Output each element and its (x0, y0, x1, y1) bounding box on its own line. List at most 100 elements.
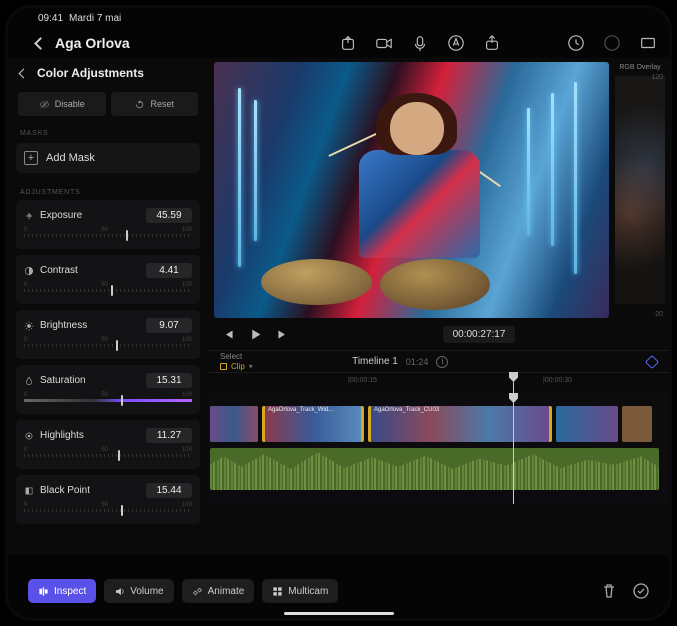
history-icon[interactable] (567, 34, 585, 52)
add-mask-button[interactable]: + Add Mask (16, 143, 200, 173)
adjustment-label: Exposure (40, 210, 140, 221)
clip-box-icon (220, 363, 227, 370)
content-area: RGB Overlay 120 -20 00:00:27:17 Select C (208, 58, 669, 555)
status-bar: 09:41 Mardi 7 mai (8, 8, 669, 28)
home-indicator[interactable] (284, 612, 394, 615)
panel-title: Color Adjustments (37, 66, 144, 80)
project-title: Aga Orlova (55, 35, 130, 51)
adjustment-brightness: Brightness 9.07 050100 (16, 310, 200, 359)
display-icon[interactable] (639, 34, 657, 52)
plus-icon: + (24, 151, 38, 165)
help-icon (603, 34, 621, 52)
video-track: AgaOrlova_Track_Wid... AgaOrlova_Track_C… (208, 406, 669, 442)
brightness-icon (24, 321, 34, 331)
adjustment-highlights: Highlights 11.27 050100 (16, 420, 200, 469)
panel-back-icon[interactable] (19, 68, 29, 78)
toolbar (339, 34, 657, 52)
status-time: 09:41 (38, 13, 63, 24)
volume-button[interactable]: Volume (104, 579, 173, 603)
adjustment-value[interactable]: 4.41 (146, 263, 192, 278)
scope-min: -20 (653, 311, 663, 318)
volume-icon (114, 586, 125, 597)
timeline-header: Select Clip ▾ Timeline 1 01:24 i (208, 350, 669, 372)
adjustment-value[interactable]: 9.07 (146, 318, 192, 333)
timecode-display[interactable]: 00:00:27:17 (443, 326, 516, 343)
adjustment-exposure: Exposure 45.59 050100 (16, 200, 200, 249)
confirm-icon[interactable] (633, 583, 649, 599)
video-clip[interactable] (210, 406, 258, 442)
adjustment-slider[interactable]: 050100 (24, 229, 192, 243)
video-preview[interactable] (214, 62, 609, 318)
animate-icon (192, 586, 203, 597)
video-clip[interactable] (556, 406, 618, 442)
share-up-icon[interactable] (483, 34, 501, 52)
inspector-sidebar: Color Adjustments Disable Reset MASKS + … (8, 58, 208, 555)
share-down-icon[interactable] (339, 34, 357, 52)
blackpoint-icon (24, 486, 34, 496)
adjustment-label: Saturation (40, 375, 140, 386)
eye-off-icon (39, 99, 50, 110)
rgb-waveform (615, 76, 665, 304)
adjustment-value[interactable]: 45.59 (146, 208, 192, 223)
adjustment-slider[interactable]: 050100 (24, 394, 192, 408)
prev-frame-button[interactable] (222, 328, 235, 341)
disable-button[interactable]: Disable (18, 92, 106, 116)
video-clip[interactable] (622, 406, 652, 442)
adjustment-saturation: Saturation 15.31 050100 (16, 365, 200, 414)
back-chevron-icon[interactable] (34, 37, 47, 50)
adjustment-label: Black Point (40, 485, 140, 496)
playhead[interactable] (513, 394, 514, 504)
saturation-icon (24, 376, 34, 386)
video-clip-selected[interactable]: AgaOrlova_Track_Wid... (262, 406, 364, 442)
multicam-button[interactable]: Multicam (262, 579, 338, 603)
masks-section-label: MASKS (14, 124, 202, 141)
ruler-mark: |00:00:30 (543, 377, 572, 384)
adjustment-slider[interactable]: 050100 (24, 284, 192, 298)
audio-track[interactable] (210, 448, 659, 490)
text-tool-icon[interactable] (447, 34, 465, 52)
video-clip-selected[interactable]: AgaOrlova_Track_CU03 (368, 406, 552, 442)
inspect-icon (38, 586, 49, 597)
adjustment-value[interactable]: 11.27 (146, 428, 192, 443)
next-frame-button[interactable] (276, 328, 289, 341)
ruler-mark: |00:00:15 (348, 377, 377, 384)
adjustment-value[interactable]: 15.31 (146, 373, 192, 388)
multicam-icon (272, 586, 283, 597)
timeline-duration: 01:24 (406, 357, 429, 367)
reset-icon (134, 99, 145, 110)
select-label: Select (220, 352, 253, 361)
exposure-icon (24, 211, 34, 221)
adjustment-blackpoint: Black Point 15.44 050100 (16, 475, 200, 524)
contrast-icon (24, 266, 34, 276)
highlights-icon (24, 431, 34, 441)
animate-button[interactable]: Animate (182, 579, 255, 603)
trash-icon[interactable] (601, 583, 617, 599)
adjustment-slider[interactable]: 050100 (24, 449, 192, 463)
inspect-button[interactable]: Inspect (28, 579, 96, 603)
status-date: Mardi 7 mai (69, 13, 121, 24)
adjustment-slider[interactable]: 050100 (24, 339, 192, 353)
scopes-panel: RGB Overlay 120 -20 (615, 62, 665, 318)
bottom-toolbar: Inspect Volume Animate Multicam (18, 574, 659, 608)
clip-indicator[interactable]: Clip ▾ (220, 362, 253, 371)
adjustments-section-label: ADJUSTMENTS (14, 183, 202, 200)
adjustment-slider[interactable]: 050100 (24, 504, 192, 518)
reset-button[interactable]: Reset (111, 92, 199, 116)
adjustment-label: Brightness (40, 320, 140, 331)
adjustment-value[interactable]: 15.44 (146, 483, 192, 498)
timeline-title: Timeline 1 (352, 356, 398, 367)
mic-icon[interactable] (411, 34, 429, 52)
timeline-tracks[interactable]: AgaOrlova_Track_Wid... AgaOrlova_Track_C… (208, 394, 669, 504)
title-bar: Aga Orlova (8, 28, 669, 58)
transport-bar: 00:00:27:17 (208, 318, 669, 350)
scope-label: RGB Overlay (615, 62, 665, 73)
camera-icon[interactable] (375, 34, 393, 52)
app-window: 09:41 Mardi 7 mai Aga Orlova Color Adjus… (5, 5, 672, 621)
timeline-ruler[interactable]: |00:00:15 |00:00:30 (208, 372, 669, 394)
info-icon[interactable]: i (436, 356, 448, 368)
adjustment-contrast: Contrast 4.41 050100 (16, 255, 200, 304)
adjustment-label: Highlights (40, 430, 140, 441)
keyframe-icon[interactable] (645, 354, 659, 368)
adjustment-label: Contrast (40, 265, 140, 276)
play-button[interactable] (249, 328, 262, 341)
